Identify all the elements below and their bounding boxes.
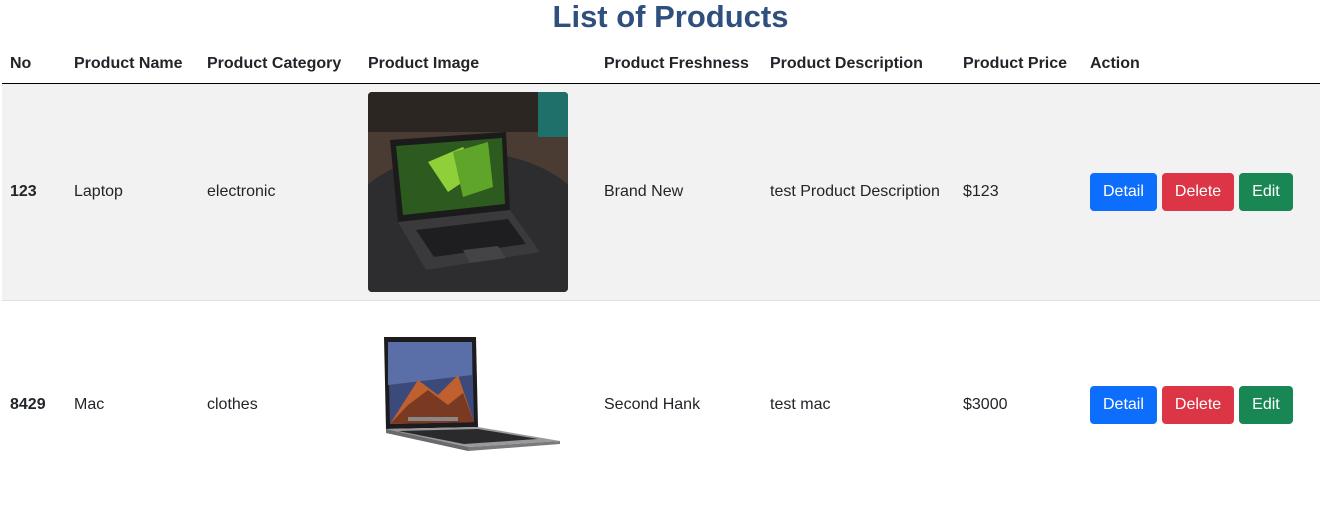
- product-category: electronic: [199, 84, 360, 301]
- product-no: 123: [2, 84, 66, 301]
- edit-button[interactable]: Edit: [1239, 173, 1293, 211]
- products-table: No Product Name Product Category Product…: [2, 44, 1320, 509]
- product-name: Mac: [66, 301, 199, 509]
- header-product-image: Product Image: [360, 44, 596, 84]
- header-product-name: Product Name: [66, 44, 199, 84]
- detail-button[interactable]: Detail: [1090, 386, 1157, 424]
- detail-button[interactable]: Detail: [1090, 173, 1157, 211]
- product-no: 8429: [2, 301, 66, 509]
- header-no: No: [2, 44, 66, 84]
- macbook-photo: [368, 305, 568, 505]
- delete-button[interactable]: Delete: [1162, 386, 1234, 424]
- product-freshness: Brand New: [596, 84, 762, 301]
- header-product-description: Product Description: [762, 44, 955, 84]
- delete-button[interactable]: Delete: [1162, 173, 1234, 211]
- product-price: $3000: [955, 301, 1082, 509]
- laptop-photo: [368, 92, 568, 292]
- edit-button[interactable]: Edit: [1239, 386, 1293, 424]
- page-title: List of Products: [0, 0, 1341, 34]
- table-row: 8429 Mac clothes: [2, 301, 1320, 509]
- product-category: clothes: [199, 301, 360, 509]
- header-product-price: Product Price: [955, 44, 1082, 84]
- product-freshness: Second Hank: [596, 301, 762, 509]
- header-product-freshness: Product Freshness: [596, 44, 762, 84]
- header-action: Action: [1082, 44, 1320, 84]
- table-header-row: No Product Name Product Category Product…: [2, 44, 1320, 84]
- product-price: $123: [955, 84, 1082, 301]
- product-description: test Product Description: [762, 84, 955, 301]
- product-description: test mac: [762, 301, 955, 509]
- product-name: Laptop: [66, 84, 199, 301]
- header-product-category: Product Category: [199, 44, 360, 84]
- table-row: 123 Laptop electronic: [2, 84, 1320, 301]
